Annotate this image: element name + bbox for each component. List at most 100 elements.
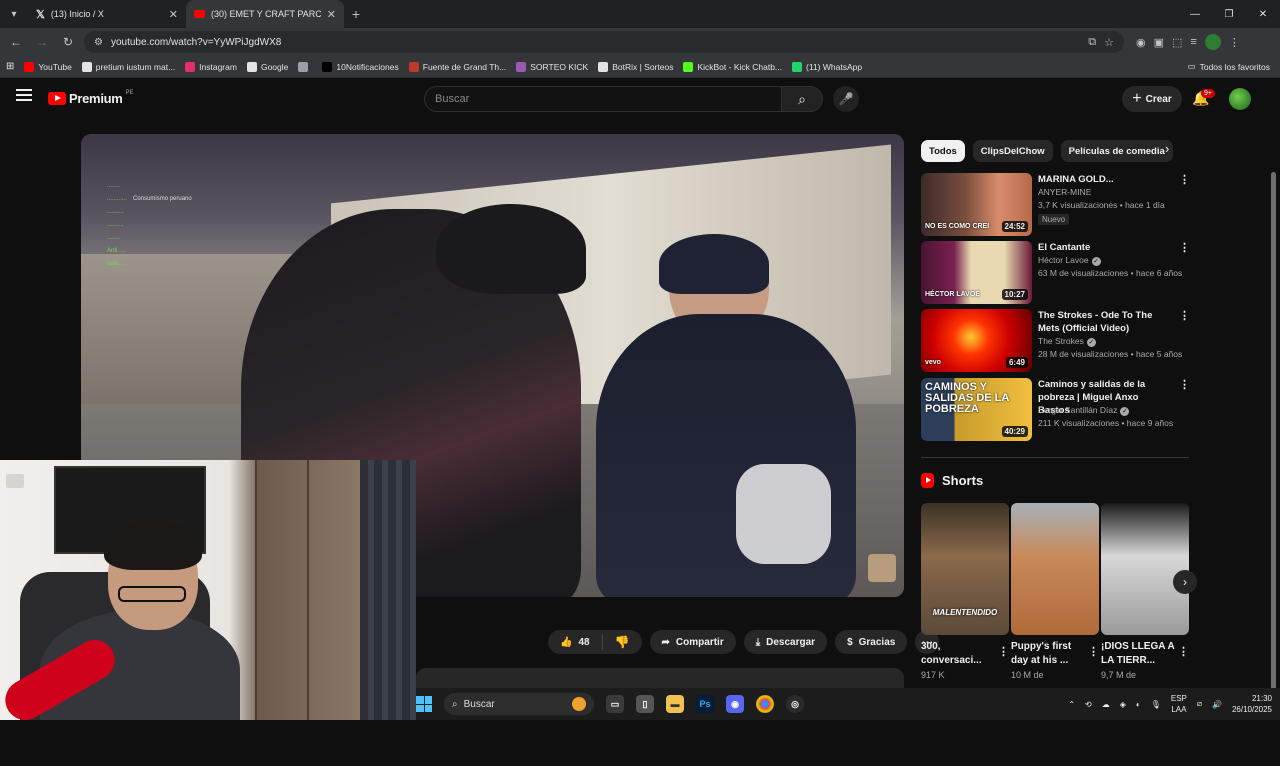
task-view-icon[interactable]: ▭ bbox=[606, 695, 624, 713]
bookmark-item[interactable]: Fuente de Grand Th... bbox=[408, 61, 506, 72]
hamburger-menu-icon[interactable] bbox=[16, 89, 32, 101]
short-thumbnail[interactable] bbox=[1011, 503, 1099, 635]
channel-watermark[interactable] bbox=[868, 554, 896, 582]
more-options-icon[interactable]: ⋮ bbox=[1179, 378, 1190, 391]
cast-icon[interactable]: ⧉ bbox=[1088, 36, 1096, 49]
tray-app-icon[interactable]: ◈ bbox=[1120, 700, 1126, 709]
tray-app-icon[interactable]: ◐ bbox=[1136, 700, 1141, 709]
download-button[interactable]: ⤓ Descargar bbox=[743, 630, 828, 654]
youtube-logo[interactable]: Premium PE bbox=[48, 90, 134, 106]
menu-icon[interactable]: ⋮ bbox=[1229, 36, 1240, 49]
photoshop-icon[interactable]: Ps bbox=[696, 695, 714, 713]
volume-icon[interactable]: 🔊 bbox=[1212, 700, 1222, 709]
bookmark-item[interactable]: KickBot - Kick Chatb... bbox=[683, 61, 782, 72]
close-icon[interactable]: ✕ bbox=[327, 8, 336, 21]
extension-icon[interactable]: ◉ bbox=[1136, 36, 1146, 49]
obs-icon[interactable]: ◎ bbox=[786, 695, 804, 713]
more-options-icon[interactable]: ⋮ bbox=[998, 645, 1009, 658]
more-options-icon[interactable]: ⋮ bbox=[1088, 645, 1099, 658]
filter-chip[interactable]: ClipsDelChow bbox=[972, 140, 1053, 162]
more-options-icon[interactable]: ⋮ bbox=[1179, 173, 1190, 186]
tab-search-icon[interactable]: ▾ bbox=[0, 0, 28, 28]
video-title[interactable]: MARINA GOLD... bbox=[1038, 173, 1168, 186]
extension-icon[interactable]: ▣ bbox=[1154, 36, 1164, 49]
video-thumbnail[interactable]: CAMINOS Y SALIDAS DE LA POBREZA 40:29 bbox=[921, 378, 1032, 441]
video-thumbnail[interactable]: NO ES COMO CREI 24:52 bbox=[921, 173, 1032, 236]
voice-search-button[interactable]: 🎤 bbox=[833, 86, 859, 112]
bookmark-item[interactable]: 10Notificaciones bbox=[322, 61, 399, 72]
star-icon[interactable]: ☆ bbox=[1104, 36, 1114, 49]
tray-app-icon[interactable]: ⟲ bbox=[1085, 700, 1092, 709]
bookmark-item[interactable]: Instagram bbox=[185, 61, 237, 72]
file-explorer-icon[interactable]: ▬ bbox=[666, 695, 684, 713]
network-icon[interactable]: ⧄ bbox=[1197, 699, 1202, 709]
more-options-icon[interactable]: ⋮ bbox=[1179, 241, 1190, 254]
bookmark-item[interactable] bbox=[298, 61, 312, 72]
chrome-icon[interactable] bbox=[756, 695, 774, 713]
short-title[interactable]: 300, conversaci... bbox=[921, 640, 995, 668]
filter-chip[interactable]: Todos bbox=[921, 140, 965, 162]
search-input[interactable]: Buscar bbox=[424, 86, 782, 112]
bookmark-item[interactable]: Google bbox=[246, 61, 288, 72]
minimize-icon[interactable]: — bbox=[1178, 0, 1212, 28]
bookmark-item[interactable]: pretium iustum mat... bbox=[81, 61, 175, 72]
short-item[interactable]: ¡DIOS LLEGA A LA TIERR... 9,7 M de ⋮ bbox=[1101, 503, 1189, 680]
bookmark-item[interactable]: YouTube bbox=[24, 61, 72, 72]
site-info-icon[interactable]: ⚙ bbox=[94, 37, 103, 48]
profile-avatar[interactable] bbox=[1204, 34, 1221, 50]
video-thumbnail[interactable]: vevo 6:49 bbox=[921, 309, 1032, 372]
filter-chip[interactable]: Películas de comedia bbox=[1060, 140, 1173, 162]
channel-name[interactable]: Sergio Santillán Díaz ✓ bbox=[1038, 405, 1130, 416]
video-title[interactable]: El Cantante bbox=[1038, 241, 1168, 254]
discord-icon[interactable]: ◉ bbox=[726, 695, 744, 713]
recommended-video[interactable]: CAMINOS Y SALIDAS DE LA POBREZA 40:29 Cami… bbox=[921, 378, 1191, 441]
media-icon[interactable]: ≡ bbox=[1190, 36, 1196, 48]
short-thumbnail[interactable] bbox=[1101, 503, 1189, 635]
puzzle-icon[interactable]: ⬚ bbox=[1172, 36, 1182, 49]
recommended-video[interactable]: vevo 6:49 The Strokes - Ode To The Mets (O… bbox=[921, 309, 1191, 372]
channel-name[interactable]: ANYER-MINE bbox=[1038, 187, 1091, 197]
all-bookmarks[interactable]: ▭ Todos los favoritos bbox=[1188, 61, 1270, 72]
close-icon[interactable]: ✕ bbox=[169, 8, 178, 21]
create-button[interactable]: + Crear bbox=[1122, 86, 1182, 112]
chevron-up-icon[interactable]: ⌃ bbox=[1068, 700, 1075, 709]
reload-icon[interactable]: ↻ bbox=[58, 32, 78, 52]
url-field[interactable]: ⚙ youtube.com/watch?v=YyWPiJgdWX8 ⧉ ☆ bbox=[84, 31, 1124, 53]
shorts-next-button[interactable]: › bbox=[1173, 570, 1197, 594]
video-title[interactable]: The Strokes - Ode To The Mets (Official … bbox=[1038, 309, 1168, 335]
dislike-button[interactable]: 👎 bbox=[603, 635, 642, 649]
restore-icon[interactable]: ❐ bbox=[1212, 0, 1246, 28]
back-icon[interactable]: ← bbox=[6, 32, 26, 52]
apps-icon[interactable]: ⊞ bbox=[6, 61, 14, 72]
recommended-video[interactable]: NO ES COMO CREI 24:52 MARINA GOLD... ANYER-… bbox=[921, 173, 1191, 236]
new-tab-button[interactable]: + bbox=[344, 6, 368, 22]
short-item[interactable]: Puppy's first day at his ... 10 M de ⋮ bbox=[1011, 503, 1099, 680]
tab-youtube[interactable]: (30) EMET Y CRAFT PARCHAND ✕ bbox=[186, 0, 344, 28]
like-button[interactable]: 👍 48 bbox=[548, 634, 603, 650]
recommended-video[interactable]: HÉCTOR LAVOE 10:27 El Cantante Héctor Lavoe… bbox=[921, 241, 1191, 304]
short-title[interactable]: Puppy's first day at his ... bbox=[1011, 640, 1085, 668]
short-item[interactable]: MALENTENDIDO 300, conversaci... 917 K ⋮ bbox=[921, 503, 1009, 680]
description-box[interactable] bbox=[416, 668, 904, 688]
more-options-icon[interactable]: ⋮ bbox=[1179, 309, 1190, 322]
search-button[interactable]: ⌕ bbox=[781, 86, 823, 112]
clock[interactable]: 21:30 26/10/2025 bbox=[1232, 693, 1272, 715]
video-thumbnail[interactable]: HÉCTOR LAVOE 10:27 bbox=[921, 241, 1032, 304]
taskbar-search[interactable]: ⌕ Buscar bbox=[444, 693, 594, 715]
page-scrollbar[interactable] bbox=[1271, 166, 1277, 766]
short-title[interactable]: ¡DIOS LLEGA A LA TIERR... bbox=[1101, 640, 1175, 668]
channel-name[interactable]: The Strokes ✓ bbox=[1038, 336, 1096, 347]
bookmark-item[interactable]: (11) WhatsApp bbox=[792, 61, 862, 72]
windows-start-icon[interactable] bbox=[416, 696, 432, 712]
short-thumbnail[interactable]: MALENTENDIDO bbox=[921, 503, 1009, 635]
share-button[interactable]: ➦ Compartir bbox=[649, 630, 736, 654]
thanks-button[interactable]: $ Gracias bbox=[835, 630, 908, 654]
account-avatar[interactable] bbox=[1229, 88, 1251, 110]
files-icon[interactable]: ▯ bbox=[636, 695, 654, 713]
chevron-right-icon[interactable]: › bbox=[1165, 141, 1169, 156]
close-window-icon[interactable]: ✕ bbox=[1246, 0, 1280, 28]
more-options-icon[interactable]: ⋮ bbox=[1178, 645, 1189, 658]
language-indicator[interactable]: ESP LAA bbox=[1171, 693, 1187, 715]
cloud-icon[interactable]: ☁ bbox=[1102, 700, 1110, 709]
mic-icon[interactable]: 🎙 bbox=[1151, 700, 1161, 709]
